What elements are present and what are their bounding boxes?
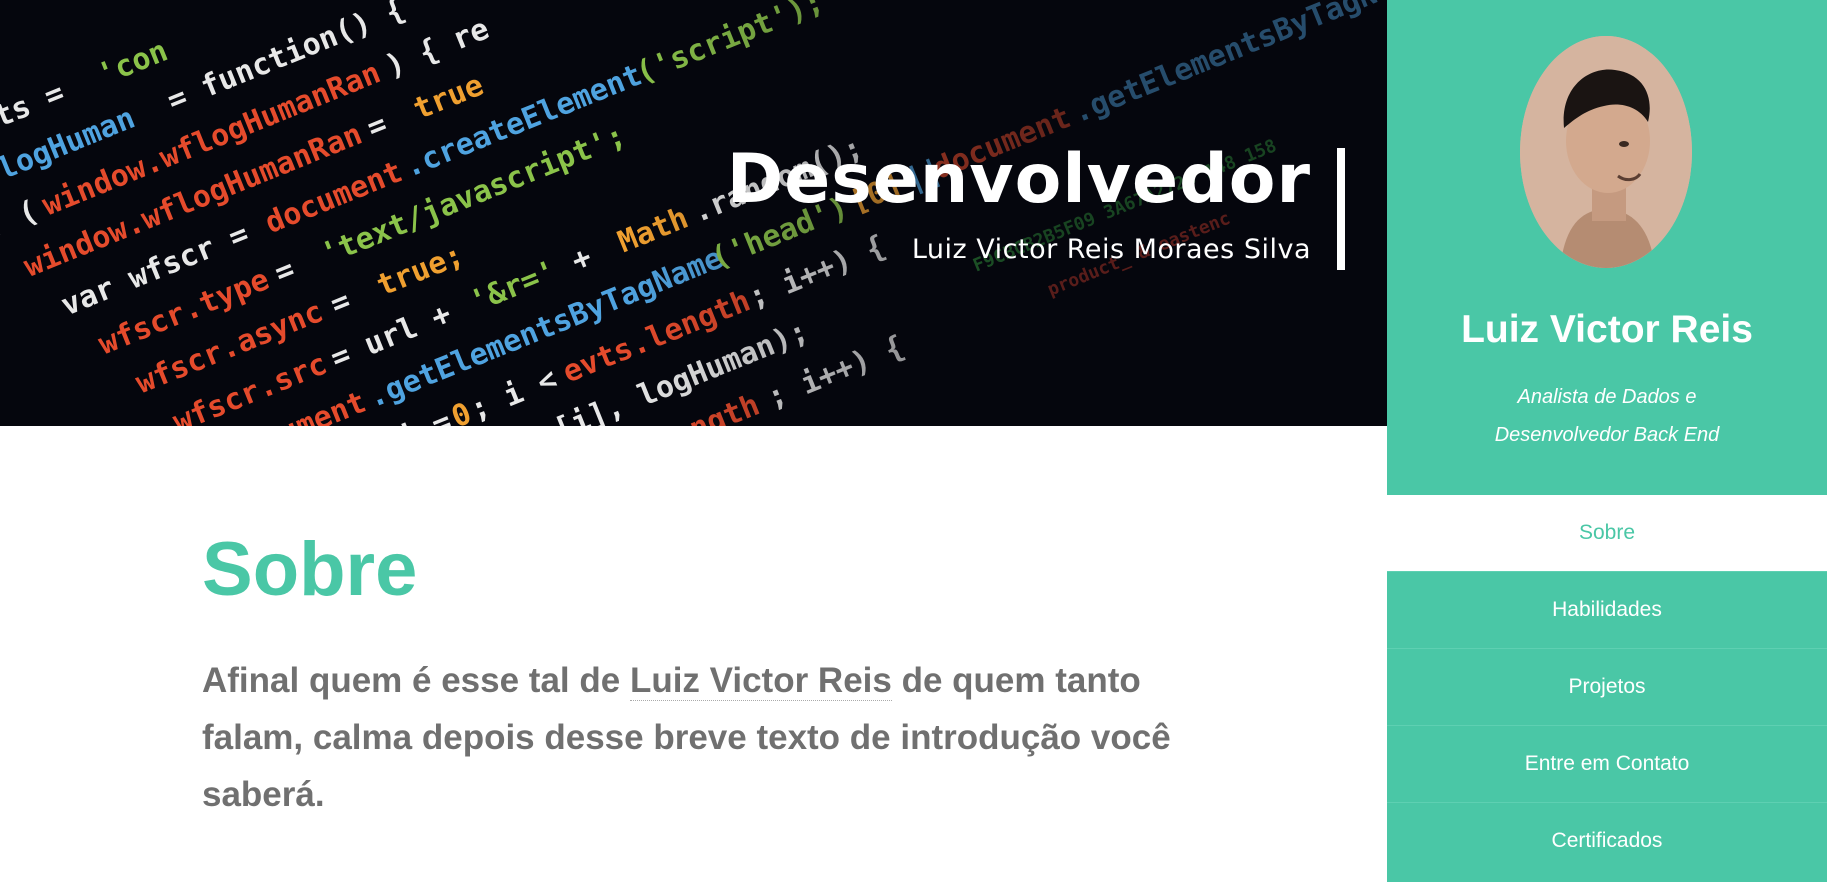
typing-cursor: [1337, 148, 1345, 270]
intro-text-before: Afinal quem é esse tal de: [202, 661, 630, 700]
profile-role-line-1: Analista de Dados e: [1517, 386, 1697, 408]
profile-role-line-2: Desenvolvedor Back End: [1494, 424, 1720, 446]
hero-banner: var evts = 'con var logHuman = function(…: [0, 0, 1387, 426]
nav-item-certificados[interactable]: Certificados: [1387, 802, 1827, 879]
intro-name-highlight: Luiz Victor Reis: [629, 661, 892, 701]
avatar: [1520, 36, 1692, 268]
sidebar-nav: Sobre Habilidades Projetos Entre em Cont…: [1387, 495, 1827, 879]
profile-card: Luiz Victor Reis Analista de Dados e Des…: [1387, 0, 1827, 495]
sidebar: Luiz Victor Reis Analista de Dados e Des…: [1387, 0, 1827, 882]
hero-subtitle: Luiz Victor Reis Moraes Silva: [911, 234, 1311, 265]
avatar-photo: [1520, 36, 1692, 268]
about-intro-text: Afinal quem é esse tal de Luiz Victor Re…: [202, 652, 1202, 823]
nav-item-habilidades[interactable]: Habilidades: [1387, 571, 1827, 648]
profile-role: Analista de Dados e Desenvolvedor Back E…: [1387, 378, 1827, 454]
nav-item-sobre[interactable]: Sobre: [1387, 495, 1827, 571]
section-heading: Sobre: [202, 527, 418, 612]
hero-title: Desenvolvedor: [726, 140, 1311, 219]
profile-name: Luiz Victor Reis: [1461, 308, 1753, 351]
hero-title-block: Desenvolvedor Luiz Victor Reis Moraes Si…: [726, 140, 1345, 270]
about-section: Sobre Afinal quem é esse tal de Luiz Vic…: [202, 520, 1202, 823]
nav-item-entre-em-contato[interactable]: Entre em Contato: [1387, 725, 1827, 802]
nav-item-projetos[interactable]: Projetos: [1387, 648, 1827, 725]
